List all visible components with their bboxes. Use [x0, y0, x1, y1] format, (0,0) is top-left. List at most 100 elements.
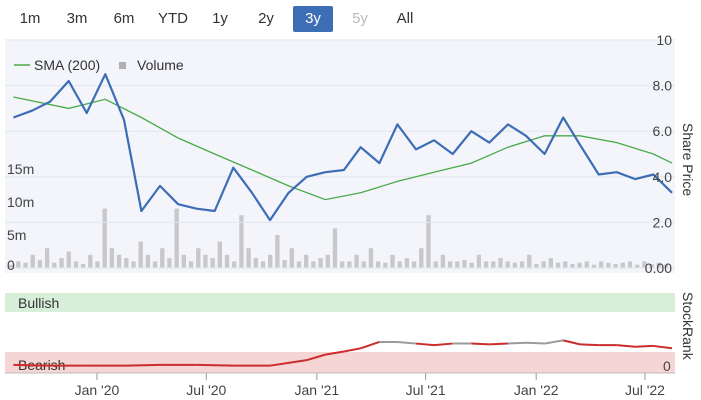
volume-bar	[116, 254, 122, 268]
volume-bar	[160, 248, 165, 268]
volume-bar	[548, 258, 553, 268]
volume-bar	[268, 254, 273, 268]
stockrank-segment	[343, 347, 361, 353]
volume-bar	[102, 208, 107, 268]
volume-bar	[498, 258, 503, 268]
stockrank-segment	[433, 342, 453, 347]
legend-volume-label[interactable]: Volume	[137, 57, 184, 73]
x-tick-label: Jul '21	[406, 382, 446, 398]
volume-bar	[311, 261, 316, 268]
volume-bar	[361, 261, 366, 268]
volume-bar	[152, 261, 158, 268]
volume-bar	[174, 208, 179, 268]
volume-bar	[519, 261, 525, 268]
volume-bar	[131, 261, 136, 268]
volume-bar	[613, 264, 618, 268]
volume-bar	[368, 248, 374, 268]
legend: SMA (200) Volume	[14, 57, 184, 73]
volume-bar	[419, 248, 424, 268]
volume-bar	[138, 241, 143, 268]
volume-bar	[30, 254, 35, 268]
volume-bar	[289, 248, 294, 268]
legend-volume-swatch	[119, 62, 126, 69]
volume-bar	[462, 260, 467, 268]
volume-bar	[620, 262, 625, 268]
stockrank-segment	[196, 363, 234, 367]
volume-bar	[217, 241, 222, 268]
volume-bar	[44, 248, 50, 268]
x-tick-label: Jan '21	[295, 382, 340, 398]
price-axis-title: Share Price	[680, 123, 696, 196]
volume-bar	[469, 262, 474, 268]
volume-bar	[491, 261, 496, 268]
bullish-band	[5, 293, 675, 312]
volume-bar	[282, 260, 287, 268]
volume-bar	[599, 261, 604, 268]
volume-tick-label: 0	[7, 257, 15, 273]
volume-bar	[181, 254, 187, 268]
volume-bar	[340, 261, 345, 268]
volume-bar	[260, 261, 266, 268]
stockrank-segment	[397, 340, 417, 345]
volume-bar	[527, 254, 532, 268]
stockrank-segment	[123, 363, 161, 367]
legend-sma-label[interactable]: SMA (200)	[34, 57, 100, 73]
volume-bar	[188, 261, 194, 268]
bullish-label: Bullish	[18, 295, 59, 311]
volume-bar	[347, 261, 352, 268]
volume-bar	[390, 254, 395, 268]
bearish-band	[5, 352, 675, 373]
stock-chart: SMA (200) Volume 10 8.0 6.0 4.0 2.0 0.00 15m 1…	[5, 32, 696, 398]
stockrank-segment	[616, 344, 636, 348]
volume-bar	[447, 261, 453, 268]
volume-bar	[426, 215, 431, 268]
stockrank-axis-title: StockRank	[680, 292, 696, 361]
volume-bar	[296, 261, 302, 268]
volume-bar	[584, 261, 589, 268]
volume-bar	[354, 254, 359, 268]
x-tick-label: Jul '20	[186, 382, 226, 398]
volume-bar	[88, 254, 93, 268]
volume-bar	[411, 261, 417, 268]
volume-bar	[383, 262, 388, 268]
volume-bar	[16, 261, 21, 268]
stockrank-segment	[635, 344, 654, 348]
volume-bar	[124, 258, 129, 268]
volume-bar	[196, 248, 201, 268]
volume-bar	[203, 254, 208, 268]
volume-bar	[325, 254, 330, 268]
stockrank-segment	[580, 343, 599, 347]
volume-bar	[476, 254, 482, 268]
volume-bar	[541, 261, 546, 268]
volume-bar	[109, 248, 115, 268]
volume-bar	[455, 261, 460, 268]
x-tick-label: Jul '22	[625, 382, 665, 398]
volume-tick-label: 10m	[7, 194, 34, 210]
volume-bar	[555, 262, 561, 268]
volume-tick-label: 15m	[7, 161, 34, 177]
volume-bar	[332, 228, 338, 268]
stockrank-segment	[507, 341, 527, 345]
stockrank-segment	[13, 363, 51, 367]
volume-bar	[375, 261, 381, 268]
volume-bar	[318, 258, 323, 268]
volume-bar	[433, 261, 438, 268]
price-tick-label: 8.0	[653, 78, 673, 94]
volume-bar	[145, 254, 151, 268]
stockrank-segment	[653, 344, 673, 350]
volume-bar	[95, 261, 100, 268]
stockrank-segment	[563, 339, 581, 346]
volume-bar	[512, 262, 518, 268]
volume-bar	[210, 258, 215, 268]
volume-bar	[239, 215, 244, 268]
x-tick-label: Jan '20	[75, 382, 120, 398]
volume-bar	[627, 261, 633, 268]
volume-bar	[534, 264, 539, 268]
price-tick-label: 2.0	[653, 214, 673, 230]
volume-bar	[304, 254, 309, 268]
volume-bar	[570, 264, 575, 268]
volume-bar	[606, 262, 611, 268]
stockrank-segment	[360, 341, 380, 350]
volume-bar	[23, 262, 28, 268]
stockrank-segment	[525, 341, 545, 345]
